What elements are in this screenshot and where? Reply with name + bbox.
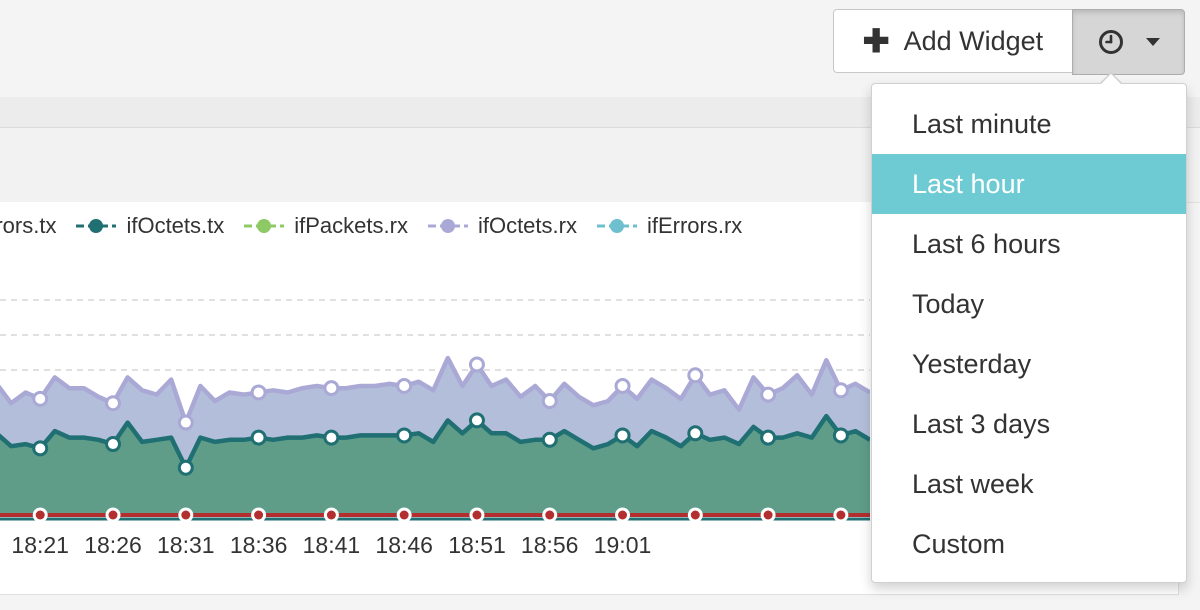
data-point — [472, 510, 482, 520]
data-point — [760, 386, 777, 403]
data-point — [396, 378, 413, 394]
data-point — [250, 384, 267, 401]
x-tick-label: 18:31 — [157, 532, 215, 558]
data-point — [618, 510, 628, 520]
data-point — [541, 393, 558, 410]
menu-item-last-minute[interactable]: Last minute — [872, 94, 1186, 154]
data-point — [105, 436, 122, 453]
data-point — [614, 427, 631, 444]
data-point — [177, 414, 194, 431]
data-point — [687, 367, 704, 384]
time-range-list: Last minute Last hour Last 6 hours Today… — [872, 94, 1186, 574]
data-point — [614, 378, 631, 394]
area-chart — [0, 299, 870, 523]
data-point — [326, 510, 336, 520]
data-point — [690, 510, 700, 520]
x-tick-label: 18:26 — [84, 532, 142, 558]
data-point — [832, 382, 849, 399]
add-widget-label: Add Widget — [903, 25, 1044, 56]
data-point — [254, 510, 264, 520]
data-point — [250, 429, 267, 446]
chart-grid — [0, 299, 870, 371]
plus-icon: ✚ — [862, 23, 890, 59]
time-range-dropdown: Last minute Last hour Last 6 hours Today… — [871, 83, 1187, 583]
x-tick-label: 18:41 — [302, 532, 361, 558]
toolbar-button-group: ✚ Add Widget — [833, 9, 1185, 75]
data-point — [108, 510, 118, 520]
menu-item-last-6-hours[interactable]: Last 6 hours — [872, 214, 1186, 274]
data-point — [32, 390, 49, 407]
data-point — [468, 356, 485, 373]
dropdown-arrow-fill — [1100, 74, 1122, 85]
x-tick-label: 19:01 — [593, 532, 652, 558]
data-point — [832, 427, 849, 444]
add-widget-button[interactable]: ✚ Add Widget — [833, 9, 1073, 73]
menu-item-today[interactable]: Today — [872, 274, 1186, 334]
menu-item-last-hour[interactable]: Last hour — [872, 154, 1186, 214]
data-point — [545, 510, 555, 520]
x-tick-label: 18:56 — [520, 532, 579, 558]
x-tick-label: 18:51 — [448, 532, 506, 558]
data-point — [105, 395, 122, 412]
data-point — [396, 427, 413, 444]
clock-icon — [1098, 30, 1123, 54]
data-point — [541, 431, 558, 448]
data-point — [763, 510, 773, 520]
x-tick-label: 18:21 — [11, 532, 69, 558]
data-point — [836, 510, 846, 520]
data-point — [181, 510, 191, 520]
data-point — [177, 459, 194, 476]
data-point — [323, 380, 340, 397]
menu-item-last-3-days[interactable]: Last 3 days — [872, 394, 1186, 454]
x-tick-label: 18:46 — [375, 532, 433, 558]
data-point — [399, 510, 409, 520]
menu-item-custom[interactable]: Custom — [872, 514, 1186, 574]
data-point — [323, 429, 340, 446]
time-range-button[interactable] — [1072, 9, 1185, 75]
x-tick-label: 18:36 — [229, 532, 288, 558]
data-point — [468, 412, 485, 429]
data-point — [35, 510, 45, 520]
data-point — [687, 425, 704, 442]
caret-down-icon — [1145, 37, 1160, 46]
data-point — [760, 429, 777, 446]
data-point — [32, 440, 49, 457]
menu-item-last-week[interactable]: Last week — [872, 454, 1186, 514]
menu-item-yesterday[interactable]: Yesterday — [872, 334, 1186, 394]
